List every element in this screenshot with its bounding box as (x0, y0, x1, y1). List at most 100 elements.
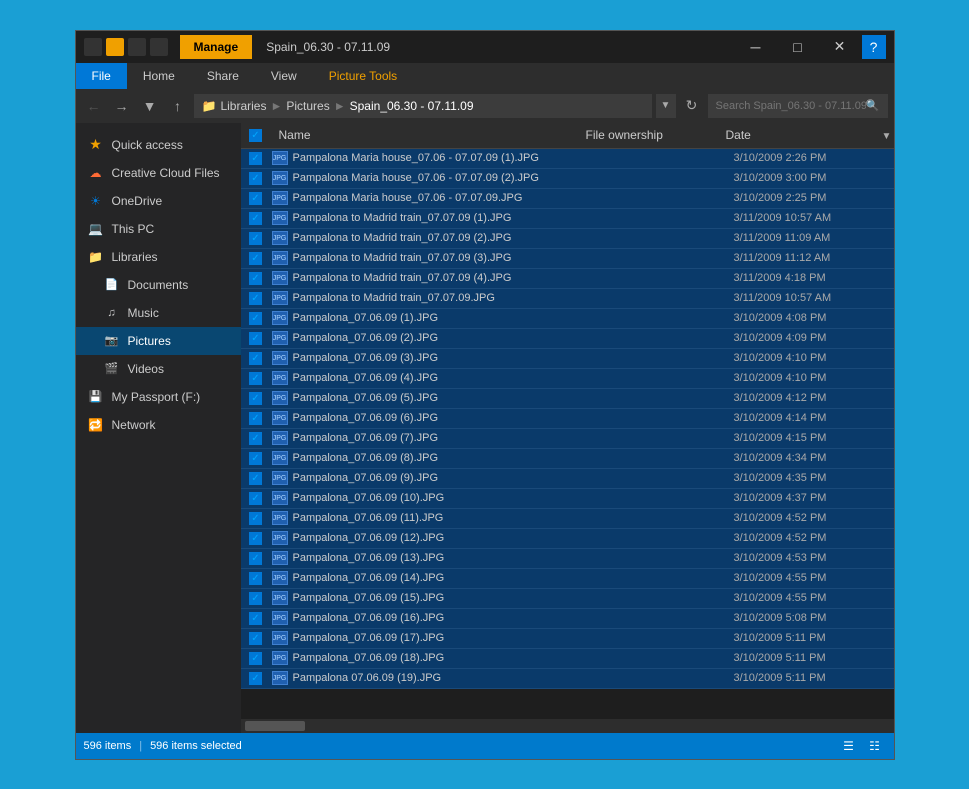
file-checkbox-10[interactable]: ✓ (249, 352, 262, 365)
sidebar-item-pictures[interactable]: 📷 Pictures (76, 327, 241, 355)
row-checkbox[interactable]: ✓ (241, 532, 271, 545)
table-row[interactable]: ✓ JPG Pampalona to Madrid train_07.07.09… (241, 249, 894, 269)
row-checkbox[interactable]: ✓ (241, 452, 271, 465)
sidebar-item-quick-access[interactable]: ★ Quick access (76, 131, 241, 159)
file-checkbox-12[interactable]: ✓ (249, 392, 262, 405)
row-checkbox[interactable]: ✓ (241, 652, 271, 665)
file-checkbox-19[interactable]: ✓ (249, 532, 262, 545)
table-row[interactable]: ✓ JPG Pampalona to Madrid train_07.07.09… (241, 229, 894, 249)
path-segment-folder[interactable]: Spain_06.30 - 07.11.09 (350, 99, 474, 113)
file-checkbox-14[interactable]: ✓ (249, 432, 262, 445)
table-row[interactable]: ✓ JPG Pampalona_07.06.09 (3).JPG 3/10/20… (241, 349, 894, 369)
file-checkbox-3[interactable]: ✓ (249, 212, 262, 225)
tab-view[interactable]: View (255, 63, 313, 89)
table-row[interactable]: ✓ JPG Pampalona to Madrid train_07.07.09… (241, 289, 894, 309)
tab-file[interactable]: File (76, 63, 127, 89)
file-checkbox-15[interactable]: ✓ (249, 452, 262, 465)
details-view-button[interactable]: ☰ (838, 736, 860, 756)
table-row[interactable]: ✓ JPG Pampalona_07.06.09 (15).JPG 3/10/2… (241, 589, 894, 609)
row-checkbox[interactable]: ✓ (241, 272, 271, 285)
table-row[interactable]: ✓ JPG Pampalona 07.06.09 (19).JPG 3/10/2… (241, 669, 894, 689)
table-row[interactable]: ✓ JPG Pampalona_07.06.09 (14).JPG 3/10/2… (241, 569, 894, 589)
manage-tab[interactable]: Manage (180, 35, 253, 59)
file-checkbox-16[interactable]: ✓ (249, 472, 262, 485)
tab-picture-tools[interactable]: Picture Tools (313, 63, 413, 89)
file-checkbox-2[interactable]: ✓ (249, 192, 262, 205)
maximize-button[interactable]: □ (778, 35, 818, 59)
row-checkbox[interactable]: ✓ (241, 632, 271, 645)
table-row[interactable]: ✓ JPG Pampalona_07.06.09 (12).JPG 3/10/2… (241, 529, 894, 549)
row-checkbox[interactable]: ✓ (241, 672, 271, 685)
row-checkbox[interactable]: ✓ (241, 212, 271, 225)
column-name-header[interactable]: Name (271, 128, 578, 142)
row-checkbox[interactable]: ✓ (241, 572, 271, 585)
search-input[interactable] (716, 100, 866, 112)
row-checkbox[interactable]: ✓ (241, 592, 271, 605)
sidebar-item-videos[interactable]: 🎬 Videos (76, 355, 241, 383)
sidebar-item-this-pc[interactable]: 💻 This PC (76, 215, 241, 243)
table-row[interactable]: ✓ JPG Pampalona_07.06.09 (18).JPG 3/10/2… (241, 649, 894, 669)
table-row[interactable]: ✓ JPG Pampalona_07.06.09 (10).JPG 3/10/2… (241, 489, 894, 509)
sidebar-item-creative-cloud[interactable]: ☁ Creative Cloud Files (76, 159, 241, 187)
table-row[interactable]: ✓ JPG Pampalona_07.06.09 (1).JPG 3/10/20… (241, 309, 894, 329)
select-all-checkbox[interactable]: ✓ (249, 129, 262, 142)
file-checkbox-22[interactable]: ✓ (249, 592, 262, 605)
row-checkbox[interactable]: ✓ (241, 312, 271, 325)
row-checkbox[interactable]: ✓ (241, 552, 271, 565)
table-row[interactable]: ✓ JPG Pampalona_07.06.09 (9).JPG 3/10/20… (241, 469, 894, 489)
file-checkbox-8[interactable]: ✓ (249, 312, 262, 325)
file-checkbox-11[interactable]: ✓ (249, 372, 262, 385)
file-checkbox-0[interactable]: ✓ (249, 152, 262, 165)
row-checkbox[interactable]: ✓ (241, 492, 271, 505)
refresh-button[interactable]: ↻ (680, 94, 704, 118)
table-row[interactable]: ✓ JPG Pampalona_07.06.09 (17).JPG 3/10/2… (241, 629, 894, 649)
file-checkbox-9[interactable]: ✓ (249, 332, 262, 345)
row-checkbox[interactable]: ✓ (241, 252, 271, 265)
up-button[interactable]: ↑ (166, 94, 190, 118)
row-checkbox[interactable]: ✓ (241, 472, 271, 485)
row-checkbox[interactable]: ✓ (241, 392, 271, 405)
row-checkbox[interactable]: ✓ (241, 152, 271, 165)
header-checkbox[interactable]: ✓ (241, 129, 271, 142)
file-checkbox-5[interactable]: ✓ (249, 252, 262, 265)
file-checkbox-26[interactable]: ✓ (249, 672, 262, 685)
row-checkbox[interactable]: ✓ (241, 432, 271, 445)
file-checkbox-23[interactable]: ✓ (249, 612, 262, 625)
file-checkbox-1[interactable]: ✓ (249, 172, 262, 185)
table-row[interactable]: ✓ JPG Pampalona_07.06.09 (2).JPG 3/10/20… (241, 329, 894, 349)
file-checkbox-21[interactable]: ✓ (249, 572, 262, 585)
file-checkbox-7[interactable]: ✓ (249, 292, 262, 305)
scrollbar-thumb[interactable] (245, 721, 305, 731)
row-checkbox[interactable]: ✓ (241, 192, 271, 205)
file-rows[interactable]: ✓ JPG Pampalona Maria house_07.06 - 07.0… (241, 149, 894, 719)
column-date-header[interactable]: Date (718, 128, 878, 142)
horizontal-scrollbar[interactable] (241, 719, 894, 733)
table-row[interactable]: ✓ JPG Pampalona_07.06.09 (13).JPG 3/10/2… (241, 549, 894, 569)
column-ownership-header[interactable]: File ownership (578, 128, 718, 142)
table-row[interactable]: ✓ JPG Pampalona_07.06.09 (11).JPG 3/10/2… (241, 509, 894, 529)
table-row[interactable]: ✓ JPG Pampalona Maria house_07.06 - 07.0… (241, 149, 894, 169)
file-checkbox-24[interactable]: ✓ (249, 632, 262, 645)
sidebar-item-documents[interactable]: 📄 Documents (76, 271, 241, 299)
file-checkbox-13[interactable]: ✓ (249, 412, 262, 425)
path-segment-libraries[interactable]: Libraries (220, 99, 266, 113)
table-row[interactable]: ✓ JPG Pampalona_07.06.09 (16).JPG 3/10/2… (241, 609, 894, 629)
table-row[interactable]: ✓ JPG Pampalona_07.06.09 (5).JPG 3/10/20… (241, 389, 894, 409)
tab-home[interactable]: Home (127, 63, 191, 89)
table-row[interactable]: ✓ JPG Pampalona_07.06.09 (6).JPG 3/10/20… (241, 409, 894, 429)
table-row[interactable]: ✓ JPG Pampalona to Madrid train_07.07.09… (241, 269, 894, 289)
file-checkbox-4[interactable]: ✓ (249, 232, 262, 245)
table-row[interactable]: ✓ JPG Pampalona_07.06.09 (7).JPG 3/10/20… (241, 429, 894, 449)
sidebar-item-network[interactable]: 🔁 Network (76, 411, 241, 439)
table-row[interactable]: ✓ JPG Pampalona_07.06.09 (8).JPG 3/10/20… (241, 449, 894, 469)
sidebar-item-onedrive[interactable]: ☀ OneDrive (76, 187, 241, 215)
table-row[interactable]: ✓ JPG Pampalona Maria house_07.06 - 07.0… (241, 189, 894, 209)
sidebar-item-libraries[interactable]: 📁 Libraries (76, 243, 241, 271)
file-checkbox-25[interactable]: ✓ (249, 652, 262, 665)
sidebar-item-my-passport[interactable]: 💾 My Passport (F:) (76, 383, 241, 411)
row-checkbox[interactable]: ✓ (241, 612, 271, 625)
forward-button[interactable]: → (110, 94, 134, 118)
address-path[interactable]: 📁 Libraries ► Pictures ► Spain_06.30 - 0… (194, 94, 652, 118)
row-checkbox[interactable]: ✓ (241, 512, 271, 525)
back-button[interactable]: ← (82, 94, 106, 118)
